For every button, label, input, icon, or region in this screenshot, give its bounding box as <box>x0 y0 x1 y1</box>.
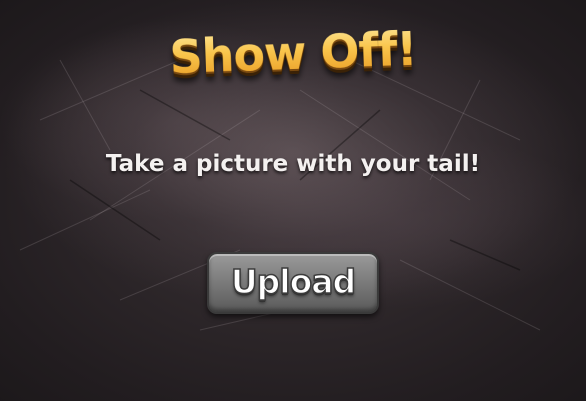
upload-button-label: Upload <box>230 261 357 302</box>
game-screen: Show Off! Take a picture with your tail!… <box>0 0 586 401</box>
upload-button[interactable]: Upload <box>207 252 379 314</box>
instruction-text: Take a picture with your tail! <box>105 151 481 177</box>
